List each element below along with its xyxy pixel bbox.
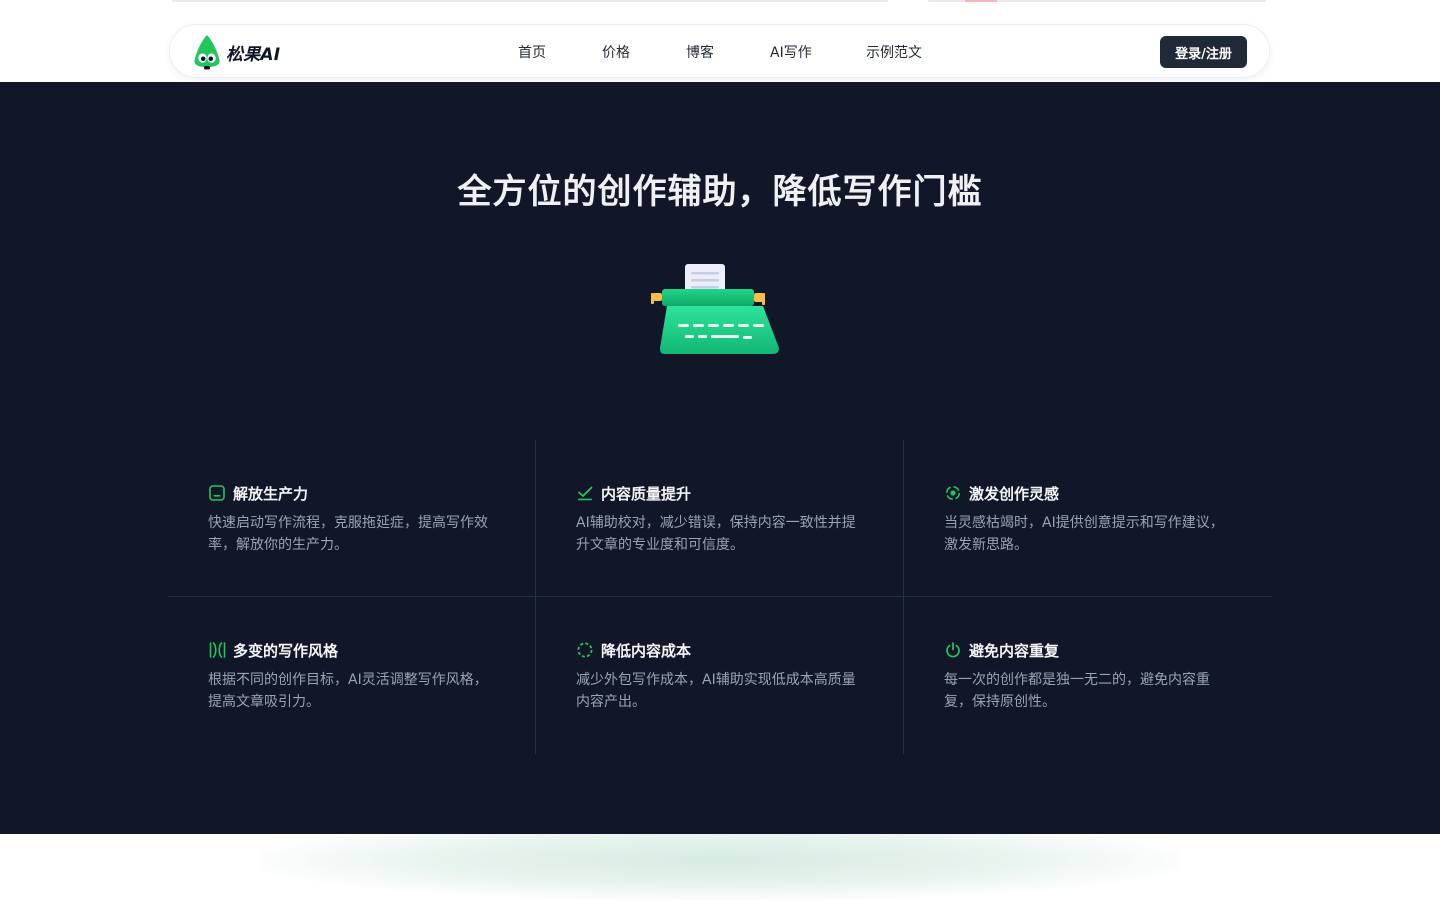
previous-section-edge-accent — [965, 0, 997, 2]
feature-description: 每一次的创作都是独一无二的，避免内容重复，保持原创性。 — [944, 672, 1210, 710]
feature-description: 减少外包写作成本，AI辅助实现低成本高质量内容产出。 — [576, 672, 856, 710]
next-section-preview — [0, 834, 1440, 900]
login-register-button[interactable]: 登录/注册 — [1160, 36, 1247, 68]
cost-icon — [576, 641, 594, 659]
feature-title: 多变的写作风格 — [233, 641, 339, 660]
feature-card-quality: 内容质量提升 AI辅助校对，减少错误，保持内容一致性并提升文章的专业度和可信度。 — [536, 440, 904, 597]
feature-card-inspiration: 激发创作灵感 当灵感枯竭时，AI提供创意提示和写作建议，激发新思路。 — [904, 440, 1272, 597]
feature-title: 解放生产力 — [233, 484, 309, 503]
nav-link-examples[interactable]: 示例范文 — [866, 42, 922, 62]
feature-card-productivity: 解放生产力 快速启动写作流程，克服拖延症，提高写作效率，解放你的生产力。 — [168, 440, 536, 597]
feature-description: 快速启动写作流程，克服拖延症，提高写作效率，解放你的生产力。 — [208, 515, 488, 553]
brand-name: 松果AI — [226, 44, 281, 65]
feature-card-style: 多变的写作风格 根据不同的创作目标，AI灵活调整写作风格，提高文章吸引力。 — [168, 597, 536, 754]
nav-link-pricing[interactable]: 价格 — [602, 42, 630, 62]
style-icon — [208, 641, 226, 659]
feature-title: 避免内容重复 — [969, 641, 1060, 660]
features-grid: 解放生产力 快速启动写作流程，克服拖延症，提高写作效率，解放你的生产力。 内容质… — [168, 440, 1272, 754]
nav-link-blog[interactable]: 博客 — [686, 42, 714, 62]
feature-card-cost: 降低内容成本 减少外包写作成本，AI辅助实现低成本高质量内容产出。 — [536, 597, 904, 754]
inspiration-icon — [944, 484, 962, 502]
background-glow — [260, 834, 1180, 900]
features-section: 全方位的创作辅助，降低写作门槛 解放生产力 快速启动写作流程，克服拖延症，提高写… — [0, 82, 1440, 834]
feature-title: 内容质量提升 — [601, 484, 692, 503]
check-icon — [576, 484, 594, 502]
top-navbar: 松果AI 首页 价格 博客 AI写作 示例范文 登录/注册 — [169, 24, 1270, 78]
feature-description: AI辅助校对，减少错误，保持内容一致性并提升文章的专业度和可信度。 — [576, 515, 856, 553]
feature-description: 根据不同的创作目标，AI灵活调整写作风格，提高文章吸引力。 — [208, 672, 488, 710]
previous-section-edge — [172, 0, 888, 2]
brand-logo-link[interactable]: 松果AI — [192, 34, 280, 70]
productivity-icon — [208, 484, 226, 502]
feature-title: 激发创作灵感 — [969, 484, 1060, 503]
pine-cone-mascot-icon — [194, 35, 220, 70]
nav-link-home[interactable]: 首页 — [518, 42, 546, 62]
feature-description: 当灵感枯竭时，AI提供创意提示和写作建议，激发新思路。 — [944, 515, 1224, 553]
typewriter-icon — [651, 264, 779, 354]
section-title: 全方位的创作辅助，降低写作门槛 — [457, 172, 983, 212]
feature-title: 降低内容成本 — [601, 641, 692, 660]
nav-link-ai-writing[interactable]: AI写作 — [770, 42, 812, 62]
feature-card-originality: 避免内容重复 每一次的创作都是独一无二的，避免内容重复，保持原创性。 — [904, 597, 1272, 754]
power-icon — [944, 641, 962, 659]
